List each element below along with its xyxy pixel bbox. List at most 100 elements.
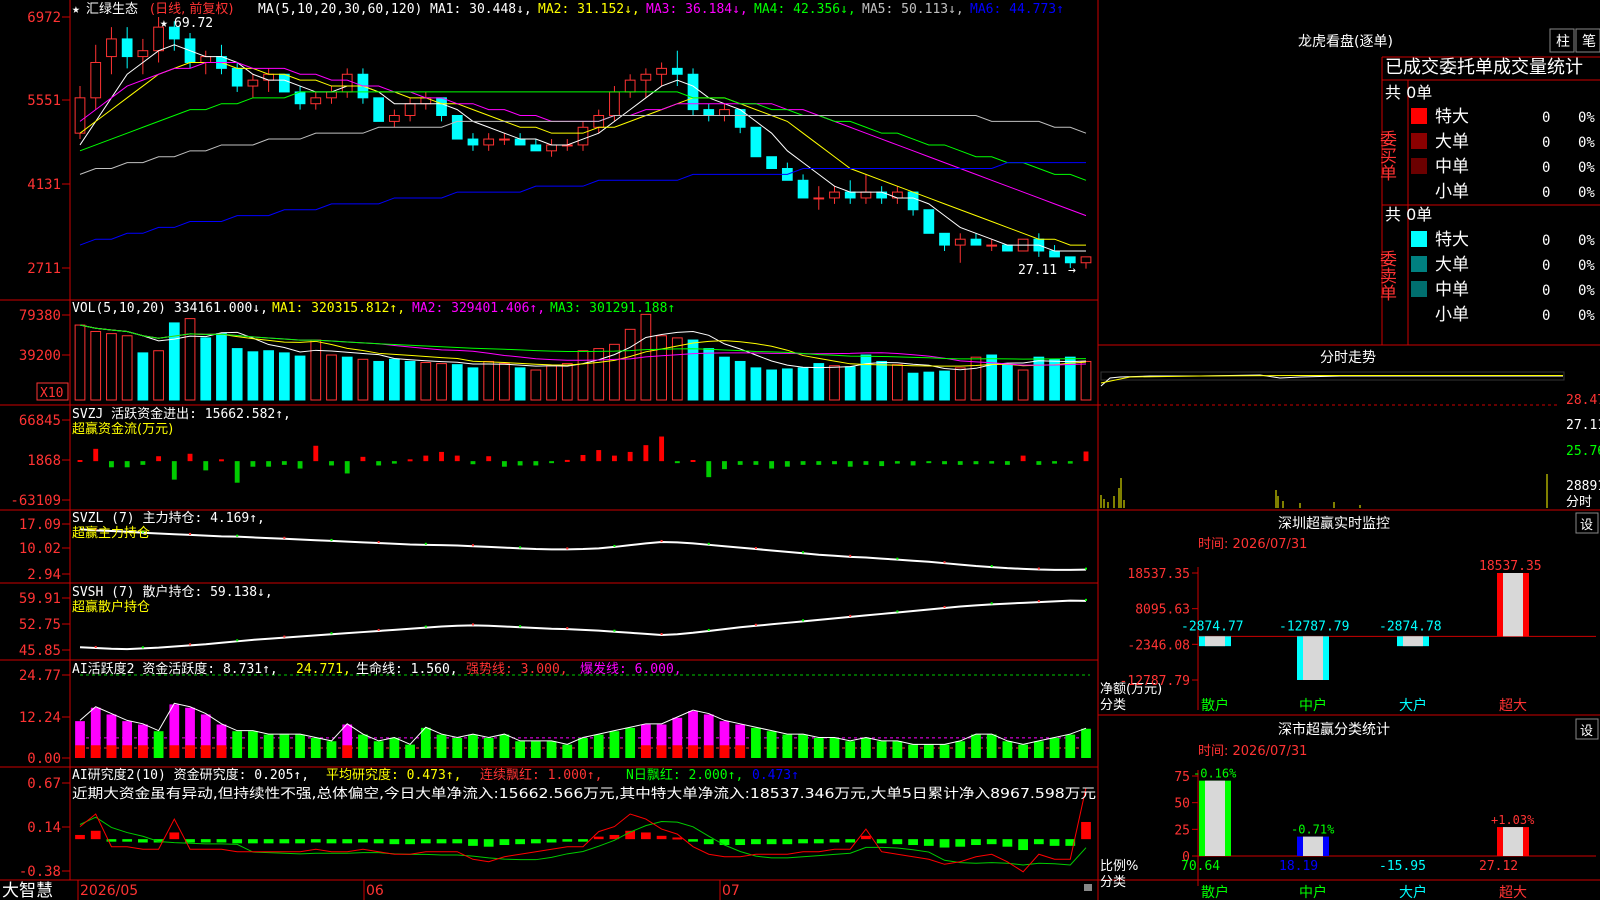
svsh-title: SVSH (7) 散户持仓: 59.138↓,: [72, 584, 273, 600]
svsh-line-tick: [707, 628, 710, 631]
svzj-bar: [140, 461, 146, 465]
buy-row-count: 0: [1542, 160, 1550, 176]
svzl-line: [79, 528, 1087, 571]
svzj-bar: [344, 461, 350, 474]
sz-monitor-category: 大户: [1399, 697, 1427, 714]
ai-activity-bar: [813, 737, 824, 758]
candle-body: [970, 238, 982, 246]
volume-bar: [546, 365, 557, 401]
ai-research-bar: [892, 839, 903, 845]
ai-research-bar: [1049, 839, 1060, 846]
svsh-line-tick: [849, 614, 852, 617]
y-tick-label: 2711: [27, 261, 61, 277]
intraday-panel: 分时走势 28.47 27.11 25.76 28891 分时: [1100, 350, 1600, 510]
svzj-bar: [816, 461, 822, 465]
svzj-bar: [281, 461, 287, 465]
candle-body: [373, 97, 385, 122]
candle-body: [750, 126, 762, 158]
sz-class-tick-label: 50: [1174, 797, 1190, 812]
ai2-burst: 爆发线: 6.000,: [580, 661, 682, 677]
volume-bar: [310, 339, 322, 401]
ai-research-bar: [530, 839, 541, 844]
volume-bar: [341, 356, 353, 401]
candle-body: [797, 179, 809, 199]
volume-bar: [106, 333, 117, 401]
svzj-subtitle: 超赢资金流(万元): [72, 421, 173, 437]
svsh-line-tick: [1085, 598, 1087, 601]
candle-body: [137, 50, 149, 58]
sell-row-count: 0: [1542, 233, 1550, 249]
svzj-bar: [737, 461, 743, 465]
volume-bar: [200, 337, 212, 401]
svsh-line-tick: [566, 627, 569, 630]
volume-bar: [1002, 364, 1013, 401]
ai-activity-bar: [562, 744, 573, 758]
svsh-line-tick: [236, 639, 239, 642]
ai-activity-core: [342, 745, 353, 758]
ai-activity-bar: [232, 731, 243, 758]
ai-activity-bar: [625, 727, 636, 758]
intraday-price-low: 25.76: [1566, 444, 1600, 459]
candle-body: [404, 103, 416, 116]
volume-bar: [499, 363, 510, 401]
ai-activity-bars: [75, 674, 1091, 758]
volume-bar: [860, 354, 872, 401]
ai-research-bar: [122, 839, 133, 842]
svzj-bar: [329, 461, 334, 466]
candle-body: [200, 56, 212, 63]
svzj-bar: [266, 461, 272, 467]
buy-row-swatch: [1411, 108, 1427, 124]
sz-monitor-tick-label: 18537.35: [1127, 567, 1190, 582]
sz-class-value-label: 70.64: [1181, 859, 1220, 874]
volume-bar: [561, 363, 573, 401]
svzl-line-tick: [1085, 567, 1087, 570]
y-tick-label: 2.94: [27, 567, 61, 583]
buy-row-count: 0: [1542, 110, 1550, 126]
candle-body: [310, 97, 322, 105]
svzj-bar: [722, 461, 727, 470]
ai-research-last: 0.473↑: [752, 768, 799, 783]
ai-research-bar: [75, 834, 85, 840]
svsh-line-tick: [896, 610, 899, 613]
app-brand: 大智慧: [2, 881, 53, 900]
svsh-line: [79, 599, 1087, 651]
svzj-bar: [234, 461, 240, 483]
candle-body: [247, 79, 259, 87]
svzj-bar: [501, 461, 507, 467]
ai2-v2: 24.771,: [296, 662, 351, 677]
ai-research-avg: 平均研究度: 0.473↑,: [326, 767, 461, 783]
candle-body: [90, 61, 102, 99]
ai-activity-bar: [499, 734, 510, 758]
ai-research-bar: [1002, 839, 1013, 847]
ai-research-bar: [719, 839, 730, 846]
svzl-line-tick: [660, 539, 663, 542]
volume-bar: [451, 364, 463, 401]
sz-class-change-label: +1.03%: [1491, 813, 1535, 827]
y-tick-label: 5551: [27, 93, 61, 109]
candle-body: [703, 109, 715, 116]
svzj-header: SVZJ 活跃资金进出: 15662.582↑, 超赢资金流(万元): [72, 406, 291, 437]
y-tick-label: 10.02: [19, 541, 61, 557]
sz-monitor-category: 超大: [1499, 698, 1527, 714]
ai-activity-core: [656, 745, 667, 758]
buy-row-swatch: [1411, 133, 1427, 149]
svsh-line-tick: [660, 633, 663, 636]
svzj-bar: [1083, 451, 1089, 462]
svzj-bar: [109, 461, 114, 468]
svzj-bar: [376, 461, 382, 466]
ai-activity-core: [216, 745, 227, 758]
volume-bar: [703, 348, 715, 401]
ai-research-bar: [656, 835, 667, 840]
ma2-value: MA2: 31.152↓,: [538, 2, 640, 17]
y-tick-marks: [62, 16, 70, 872]
candle-body: [121, 38, 133, 58]
volume-bar: [797, 367, 809, 401]
ai-research-bar: [1018, 839, 1028, 851]
svzj-bars: [77, 436, 1089, 483]
ai-activity-bar: [1081, 728, 1091, 758]
sz-monitor-bar-highlight: [1205, 636, 1225, 647]
buy-row-label: 小单: [1435, 182, 1469, 202]
ai-activity-bar: [908, 744, 918, 758]
ai-research-nred: N日飘红: 2.000↑,: [626, 767, 743, 783]
buy-row-count: 0: [1542, 135, 1550, 151]
